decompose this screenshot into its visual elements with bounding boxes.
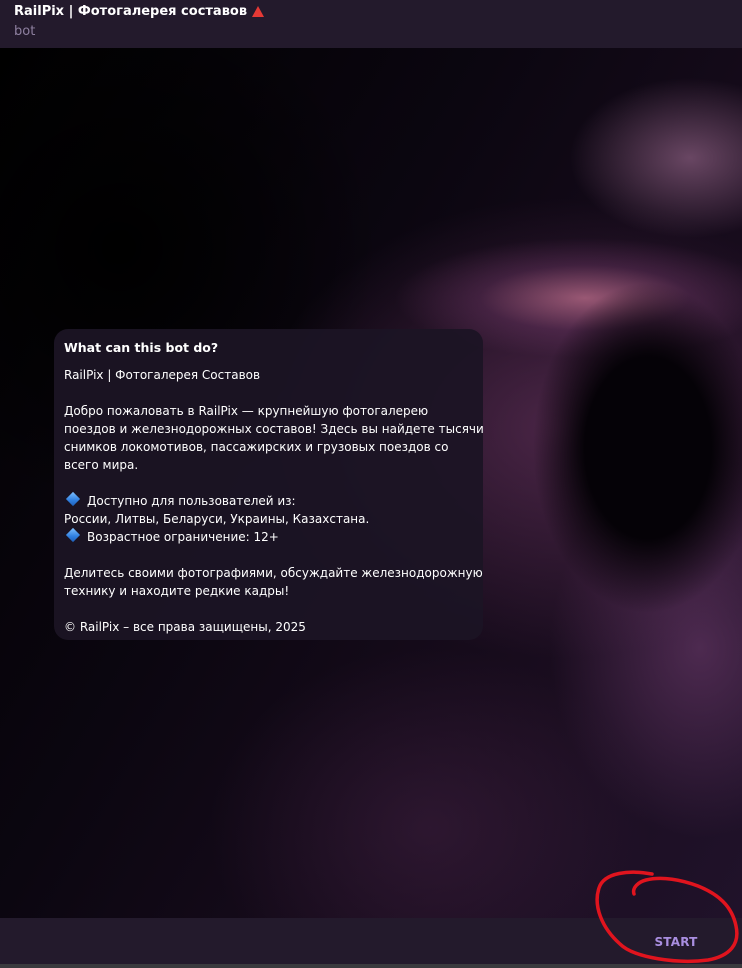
chat-area: What can this bot do? RailPix | Фотогале… (0, 48, 742, 918)
intro-availability-text: Доступно для пользователей из: (87, 494, 296, 508)
chat-header[interactable]: RailPix | Фотогалерея составов bot (0, 0, 742, 48)
intro-blank-line (64, 546, 473, 564)
intro-line-welcome-4: всего мира. (64, 458, 139, 472)
blue-diamond-icon (65, 527, 81, 543)
intro-blank-line (64, 384, 473, 402)
bot-intro-body: RailPix | Фотогалерея Составов Добро пож… (64, 366, 484, 636)
chat-title-text: RailPix | Фотогалерея составов (14, 4, 248, 19)
bot-intro-heading: What can this bot do? (64, 340, 219, 355)
intro-blank-line (64, 600, 473, 618)
red-triangle-icon (252, 5, 265, 17)
intro-line-availability: Доступно для пользователей из: (64, 491, 473, 510)
intro-blank-line (64, 474, 473, 492)
intro-line-copyright: © RailPix – все права защищены, 2025 (64, 620, 306, 634)
start-button[interactable]: START (648, 933, 704, 951)
intro-age-limit-text: Возрастное ограничение: 12+ (87, 530, 279, 544)
window-bottom-edge (0, 964, 742, 968)
intro-line-welcome-2: поездов и железнодорожных составов! Здес… (64, 422, 484, 436)
chat-title: RailPix | Фотогалерея составов (14, 3, 728, 21)
blue-diamond-icon (65, 491, 81, 507)
intro-line-countries: России, Литвы, Беларуси, Украины, Казахс… (64, 512, 370, 526)
intro-line-share-2: технику и находите редкие кадры! (64, 584, 290, 598)
intro-line-bot-name: RailPix | Фотогалерея Составов (64, 368, 261, 382)
bot-intro-card: What can this bot do? RailPix | Фотогале… (54, 329, 484, 640)
bottom-bar: START (0, 918, 742, 964)
intro-line-age-limit: Возрастное ограничение: 12+ (64, 527, 473, 546)
intro-line-share-1: Делитесь своими фотографиями, обсуждайте… (64, 566, 483, 580)
chat-subtitle: bot (14, 24, 36, 39)
intro-line-welcome-1: Добро пожаловать в RailPix — крупнейшую … (64, 404, 429, 418)
intro-line-welcome-3: снимков локомотивов, пассажирских и груз… (64, 440, 449, 454)
